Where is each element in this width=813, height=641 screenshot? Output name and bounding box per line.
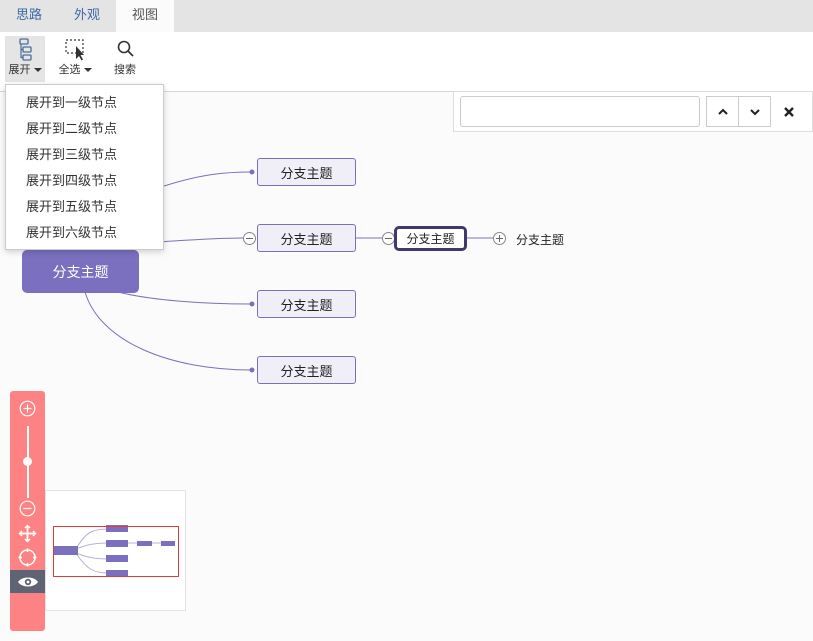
toolbar: 展开 全选 搜索 <box>0 32 813 92</box>
sub-sub-topic-node[interactable]: 分支主题 <box>512 229 568 249</box>
selected-sub-topic-node[interactable]: 分支主题 <box>394 226 467 251</box>
minus-icon <box>385 238 392 239</box>
eye-icon <box>17 577 38 586</box>
search-close-button[interactable] <box>778 101 800 123</box>
zoom-bar <box>10 391 45 631</box>
select-all-label: 全选 <box>58 63 81 76</box>
zoom-in-icon <box>19 400 36 417</box>
expand-level-2-item[interactable]: 展开到二级节点 <box>6 117 163 143</box>
branch-node[interactable]: 分支主题 <box>257 224 356 252</box>
select-all-icon <box>65 39 84 61</box>
tab-appearance[interactable]: 外观 <box>58 0 116 32</box>
close-icon <box>784 107 794 117</box>
expand-level-6-item[interactable]: 展开到六级节点 <box>6 221 163 247</box>
zoom-in-button[interactable] <box>17 398 38 419</box>
expand-level-4-item[interactable]: 展开到四级节点 <box>6 169 163 195</box>
expand-level-1-item[interactable]: 展开到一级节点 <box>6 91 163 117</box>
main-topic-node[interactable]: 分支主题 <box>22 250 139 293</box>
zoom-out-button[interactable] <box>17 498 38 519</box>
zoom-out-icon <box>19 500 36 517</box>
expand-toggle[interactable] <box>493 232 506 245</box>
search-input[interactable] <box>460 96 700 127</box>
caret-down-icon <box>33 68 42 72</box>
search-bar <box>453 91 813 132</box>
expand-button[interactable]: 展开 <box>5 36 45 82</box>
navigator-toggle-button[interactable] <box>10 570 45 593</box>
tab-bar: 思路 外观 视图 <box>0 0 813 32</box>
expand-level-3-item[interactable]: 展开到三级节点 <box>6 143 163 169</box>
move-button[interactable] <box>17 523 38 544</box>
minimap-viewport[interactable] <box>53 526 179 577</box>
search-next-button[interactable] <box>738 96 771 127</box>
move-icon <box>18 524 37 543</box>
tab-idea[interactable]: 思路 <box>0 0 58 32</box>
search-button[interactable]: 搜索 <box>106 36 144 82</box>
minus-icon <box>246 238 253 239</box>
branch-node[interactable]: 分支主题 <box>257 158 356 186</box>
minimap-navigator[interactable] <box>45 490 186 611</box>
branch-node[interactable]: 分支主题 <box>257 356 356 384</box>
chevron-down-icon <box>749 108 760 115</box>
expand-tree-icon <box>19 38 32 61</box>
branch-node[interactable]: 分支主题 <box>257 290 356 318</box>
expand-level-menu: 展开到一级节点 展开到二级节点 展开到三级节点 展开到四级节点 展开到五级节点 … <box>5 84 164 250</box>
search-icon <box>117 40 134 57</box>
search-label: 搜索 <box>114 63 136 76</box>
target-icon <box>18 548 37 567</box>
locate-button[interactable] <box>17 547 38 568</box>
caret-down-icon <box>83 68 92 72</box>
zoom-slider-handle[interactable] <box>23 457 32 466</box>
expand-label: 展开 <box>8 63 31 76</box>
tab-view[interactable]: 视图 <box>116 0 174 32</box>
select-all-button[interactable]: 全选 <box>53 36 97 82</box>
expand-level-5-item[interactable]: 展开到五级节点 <box>6 195 163 221</box>
collapse-toggle[interactable] <box>243 232 256 245</box>
chevron-up-icon <box>717 108 728 115</box>
search-prev-button[interactable] <box>706 96 739 127</box>
plus-icon <box>496 235 503 242</box>
